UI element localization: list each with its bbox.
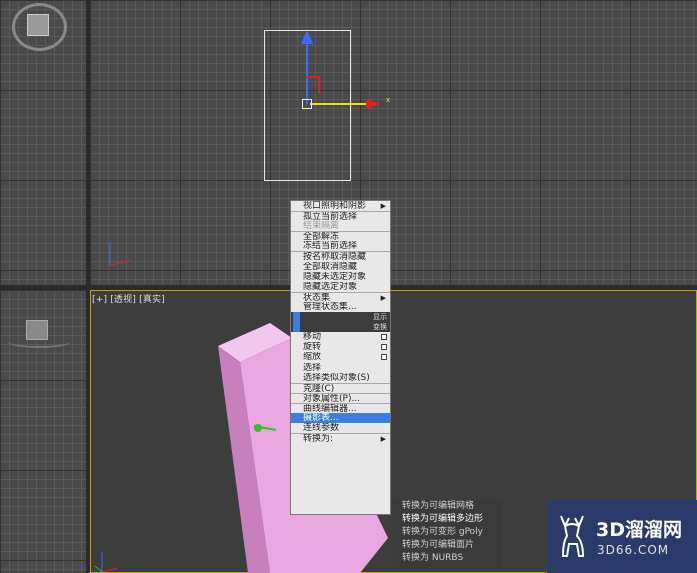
menu-item-unfreeze-all[interactable]: 全部解冻 bbox=[291, 231, 390, 241]
submenu-item-deformable-gpoly[interactable]: 转换为可变形 gPoly bbox=[392, 526, 502, 539]
gizmo-x-label: x bbox=[386, 96, 391, 104]
menu-item-end-isolate: 结束隔离 bbox=[303, 221, 340, 232]
menu-item-unhide-all[interactable]: 全部取消隐藏 bbox=[291, 262, 390, 272]
menu-item-hide-selection[interactable]: 隐藏选定对象 bbox=[291, 282, 390, 292]
gizmo-x-axis[interactable] bbox=[310, 103, 368, 105]
viewport-perspective-label[interactable]: [+] [透视] [真实] bbox=[92, 292, 165, 305]
submenu-item-editable-poly[interactable]: 转换为可编辑多边形 bbox=[392, 513, 502, 526]
axis-tripod-icon bbox=[109, 242, 131, 267]
menu-item-rotate[interactable]: 旋转 bbox=[291, 342, 390, 352]
viewcube-icon[interactable] bbox=[27, 14, 49, 36]
context-quad-menu: 视口照明和阴影 ▶ 孤立当前选择 结束隔离 全部解冻 冻结当前选择 按名称取消隐藏… bbox=[290, 200, 391, 515]
menu-item-dope-sheet[interactable]: 摄影表... bbox=[291, 412, 390, 424]
menu-item-wire-parameters[interactable]: 连线参数 bbox=[291, 423, 390, 433]
gizmo-y-axis[interactable] bbox=[306, 40, 308, 104]
settings-box-icon[interactable] bbox=[381, 334, 387, 341]
settings-box-icon[interactable] bbox=[381, 354, 387, 361]
submenu-item-editable-mesh[interactable]: 转换为可编辑网格 bbox=[392, 500, 502, 513]
menu-item-select[interactable]: 选择 bbox=[291, 363, 390, 373]
viewport-top[interactable] bbox=[90, 0, 697, 285]
submenu-arrow-icon: ▶ bbox=[380, 293, 386, 302]
quad-color-bar bbox=[293, 312, 300, 323]
submenu-arrow-icon: ▶ bbox=[380, 435, 386, 444]
menu-item-state-sets[interactable]: 状态集 ▶ bbox=[291, 291, 390, 302]
quad-color-bar bbox=[293, 322, 300, 333]
menu-item-select-similar[interactable]: 选择类似对象(S) bbox=[291, 373, 390, 383]
watermark-title: 3D溜溜网 bbox=[596, 519, 682, 541]
menu-item-unhide-by-name[interactable]: 按名称取消隐藏 bbox=[291, 251, 390, 262]
move-gizmo-persp[interactable] bbox=[248, 418, 278, 438]
gizmo-x-arrow-icon[interactable] bbox=[366, 99, 380, 109]
menu-item-isolate-selection[interactable]: 孤立当前选择 bbox=[291, 211, 390, 221]
deer-logo-icon bbox=[560, 515, 585, 557]
menu-item-freeze-selection[interactable]: 冻结当前选择 bbox=[291, 241, 390, 251]
watermark-url: 3D66.COM bbox=[597, 543, 670, 557]
submenu-item-nurbs[interactable]: 转换为 NURBS bbox=[392, 552, 502, 565]
axis-tripod-persp-icon bbox=[94, 552, 119, 573]
menu-item-scale[interactable]: 缩放 bbox=[291, 352, 390, 362]
menu-item-object-properties[interactable]: 对象属性(P)... bbox=[291, 392, 390, 403]
gizmo-xy-plane-edge[interactable] bbox=[318, 76, 320, 94]
menu-item-move[interactable]: 移动 bbox=[291, 332, 390, 342]
quad-header-display[interactable]: 显示 bbox=[291, 312, 390, 323]
menu-item-hide-unselected[interactable]: 隐藏未选定对象 bbox=[291, 272, 390, 282]
menu-item-viewport-lighting[interactable]: 视口照明和阴影 ▶ bbox=[291, 201, 390, 211]
menu-item-clone[interactable]: 克隆(C) bbox=[291, 382, 390, 393]
convert-to-submenu: 转换为可编辑网格 转换为可编辑多边形 转换为可变形 gPoly 转换为可编辑面片… bbox=[392, 500, 502, 568]
gizmo-center[interactable] bbox=[302, 99, 312, 109]
viewcube-icon-left[interactable] bbox=[26, 320, 48, 340]
submenu-arrow-icon: ▶ bbox=[380, 202, 386, 210]
quad-header-transform[interactable]: 变换 bbox=[291, 322, 390, 333]
submenu-item-editable-patch[interactable]: 转换为可编辑面片 bbox=[392, 539, 502, 552]
menu-item-curve-editor[interactable]: 曲线编辑器... bbox=[291, 402, 390, 413]
settings-box-icon[interactable] bbox=[381, 344, 387, 351]
menu-item-manage-state-sets[interactable]: 管理状态集... bbox=[291, 302, 390, 312]
viewport-grid-major bbox=[90, 0, 697, 285]
menu-item-convert-to[interactable]: 转换为: ▶ bbox=[291, 433, 390, 443]
